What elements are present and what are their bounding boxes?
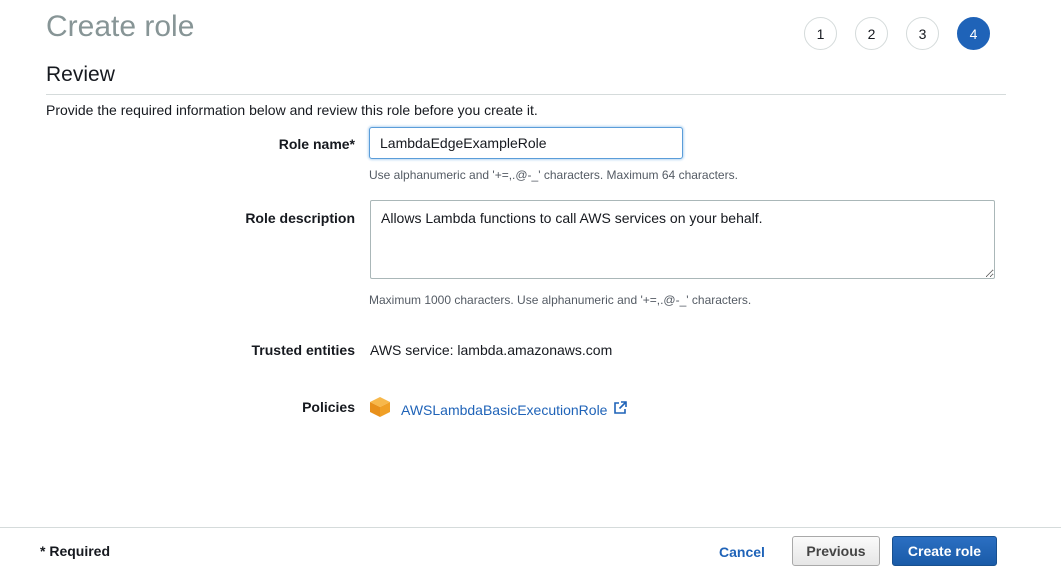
trusted-entities-label: Trusted entities <box>251 342 355 358</box>
previous-button[interactable]: Previous <box>792 536 880 566</box>
role-name-input[interactable] <box>369 127 683 159</box>
policies-label: Policies <box>302 399 355 415</box>
policy-cube-icon <box>369 396 391 423</box>
trusted-entities-value: AWS service: lambda.amazonaws.com <box>370 342 613 358</box>
policy-link[interactable]: AWSLambdaBasicExecutionRole <box>401 401 628 418</box>
review-divider <box>46 94 1006 95</box>
required-note: * Required <box>40 543 111 559</box>
policy-item: AWSLambdaBasicExecutionRole <box>369 396 628 423</box>
step-4-active[interactable]: 4 <box>957 17 990 50</box>
role-name-label: Role name* <box>278 136 355 152</box>
create-role-button[interactable]: Create role <box>892 536 997 566</box>
role-description-label: Role description <box>245 210 355 226</box>
page-title: Create role <box>46 10 195 43</box>
external-link-icon <box>613 401 628 418</box>
role-description-hint: Maximum 1000 characters. Use alphanumeri… <box>369 293 752 307</box>
cancel-button[interactable]: Cancel <box>706 537 778 567</box>
step-2[interactable]: 2 <box>855 17 888 50</box>
step-3[interactable]: 3 <box>906 17 939 50</box>
footer-divider <box>0 527 1061 528</box>
step-1[interactable]: 1 <box>804 17 837 50</box>
wizard-steps: 1 2 3 4 <box>804 17 990 50</box>
role-description-textarea[interactable]: Allows Lambda functions to call AWS serv… <box>370 200 995 279</box>
review-intro: Provide the required information below a… <box>46 102 538 118</box>
policy-name: AWSLambdaBasicExecutionRole <box>401 401 608 418</box>
role-name-hint: Use alphanumeric and '+=,.@-_' character… <box>369 168 738 182</box>
review-heading: Review <box>46 63 115 86</box>
